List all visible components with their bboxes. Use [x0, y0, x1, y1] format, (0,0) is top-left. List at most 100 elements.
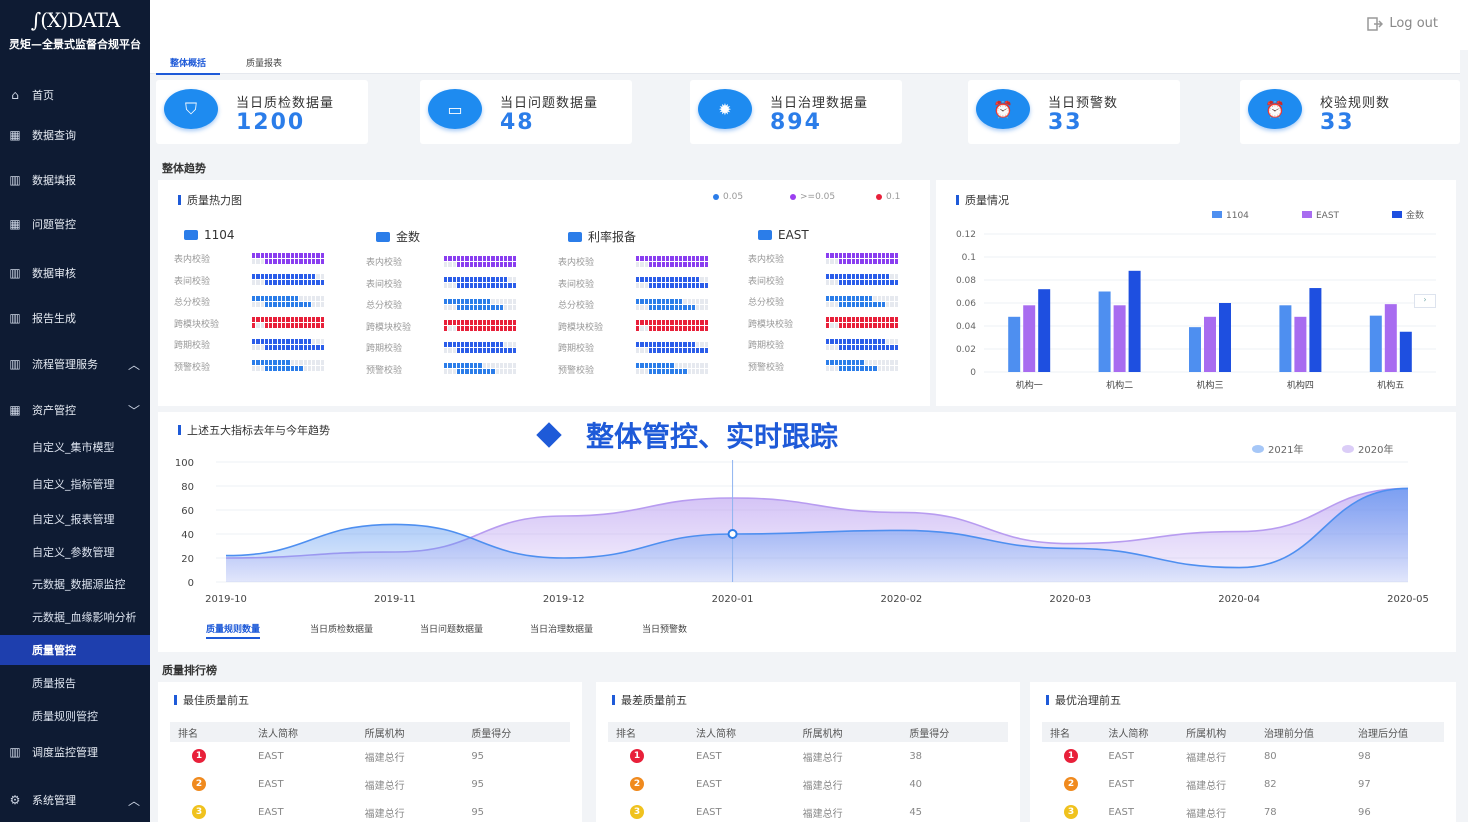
table-cell: 1 — [170, 742, 250, 770]
heatmap-cell — [482, 326, 486, 332]
heatmap-cell — [830, 317, 834, 323]
heatmap-cell — [277, 274, 282, 280]
heatmap-cell — [264, 280, 269, 286]
heatmap-cell — [864, 338, 868, 344]
heatmap-cell — [294, 317, 299, 323]
trend-metric-tab[interactable]: 当日预警数 — [642, 622, 687, 635]
heatmap-cell — [491, 261, 495, 267]
heatmap-cell — [491, 363, 495, 369]
table-cell: EAST — [250, 742, 357, 770]
heatmap-cell — [269, 280, 273, 286]
table-cell: 福建总行 — [1178, 770, 1256, 798]
heatmap-cell — [456, 283, 461, 289]
chevron-up-icon[interactable]: ︿ — [128, 356, 140, 373]
heatmap-cell — [495, 255, 499, 261]
sidebar-item-4[interactable]: ▥ 数据审核 — [0, 258, 150, 288]
sidebar-item-2[interactable]: ▥ 数据填报 — [0, 165, 150, 195]
bar — [1309, 288, 1322, 372]
chevron-up-icon[interactable]: ︿ — [128, 792, 140, 809]
sidebar-subitem-8[interactable]: 质量规则管控 — [0, 701, 150, 731]
heatmap-cell — [873, 366, 877, 372]
table-row[interactable]: 2 EAST 福建总行 82 97 — [1042, 770, 1444, 798]
heatmap-cell — [881, 360, 886, 366]
heatmap-cell — [512, 261, 517, 267]
heatmap-cell — [657, 261, 661, 267]
cell-text: 福建总行 — [1186, 780, 1227, 792]
sidebar-item-7[interactable]: ▦ 资产管控 ﹀ — [0, 395, 150, 425]
trend-metric-tab[interactable]: 当日质检数据量 — [310, 622, 373, 635]
table-row[interactable]: 1 EAST 福建总行 38 — [608, 742, 1008, 770]
heatmap-cell — [452, 277, 456, 283]
sidebar-item-3[interactable]: ▦ 问题管控 — [0, 209, 150, 239]
sidebar-subitem-4[interactable]: 元数据_数据源监控 — [0, 569, 150, 599]
heatmap-cell — [856, 323, 860, 329]
sidebar-item-0[interactable]: ⌂ 首页 — [0, 80, 150, 110]
trend-metric-tab[interactable]: 当日问题数据量 — [420, 622, 483, 635]
heatmap-cell — [687, 320, 691, 326]
stat-label: 当日问题数据量 — [500, 96, 599, 111]
heatmap-cell — [648, 341, 653, 347]
heatmap-cells — [252, 317, 328, 329]
heatmap-cell — [653, 277, 657, 283]
heatmap-cell — [691, 341, 696, 347]
heatmap-cell — [868, 323, 873, 329]
y-tick-label: 0 — [188, 578, 194, 589]
heatmap-cell — [264, 301, 269, 307]
bar — [1128, 270, 1141, 372]
heatmap-cell — [294, 274, 299, 280]
sidebar-subitem-1[interactable]: 自定义_指标管理 — [0, 469, 150, 499]
table-header: 排名 法人简称 所属机构 质量得分 — [170, 722, 570, 742]
sidebar-item-9[interactable]: ⚙ 系统管理 ︿ — [0, 785, 150, 815]
heatmap-cell — [312, 252, 316, 258]
sidebar-subitem-6[interactable]: 质量管控 — [0, 635, 150, 665]
trend-metric-tab[interactable]: 当日治理数据量 — [530, 622, 593, 635]
sidebar-item-1[interactable]: ▦ 数据查询 — [0, 120, 150, 150]
sidebar-subitem-5[interactable]: 元数据_血缘影响分析 — [0, 602, 150, 632]
sidebar-subitem-2[interactable]: 自定义_报表管理 — [0, 504, 150, 534]
heatmap-cell — [640, 277, 644, 283]
chart-next-button[interactable]: › — [1414, 294, 1436, 308]
heatmap-cell — [512, 283, 517, 289]
x-tick-label: 机构一 — [1016, 379, 1043, 391]
heatmap-cell — [448, 347, 452, 353]
heatmap-cell — [851, 344, 856, 350]
table-row[interactable]: 1 EAST 福建总行 80 98 — [1042, 742, 1444, 770]
sidebar-subitem-0[interactable]: 自定义_集市模型 — [0, 432, 150, 462]
heatmap-cell — [478, 255, 482, 261]
sidebar-item-8[interactable]: ▥ 调度监控管理 — [0, 737, 150, 767]
sidebar-subitem-7[interactable]: 质量报告 — [0, 668, 150, 698]
sidebar-item-label: 数据查询 — [32, 129, 76, 142]
heatmap-cell — [474, 298, 478, 304]
heatmap-cell — [648, 363, 653, 369]
heatmap-cell — [252, 280, 256, 286]
trend-metric-tab[interactable]: 质量规则数量 — [206, 622, 261, 639]
heatmap-cell — [868, 366, 873, 372]
heatmap-cell — [486, 326, 491, 332]
heatmap-cell — [495, 261, 499, 267]
heatmap-cells — [252, 360, 328, 372]
sidebar-subitem-3[interactable]: 自定义_参数管理 — [0, 537, 150, 567]
sidebar-item-6[interactable]: ▥ 流程管理服务 ︿ — [0, 349, 150, 379]
sidebar-item-label: 资产管控 — [32, 404, 76, 417]
heatmap-cell — [834, 252, 838, 258]
heatmap-cell — [307, 360, 312, 366]
sidebar-item-5[interactable]: ▥ 报告生成 — [0, 303, 150, 333]
heatmap-cell — [474, 283, 478, 289]
table-row[interactable]: 1 EAST 福建总行 95 — [170, 742, 570, 770]
heatmap-cell — [312, 323, 316, 329]
table-row[interactable]: 2 EAST 福建总行 95 — [170, 770, 570, 798]
table-cell: EAST — [1100, 770, 1178, 798]
tab-quality-report[interactable]: 质量报表 — [246, 56, 282, 69]
heatmap-cell — [512, 326, 517, 332]
heatmap-cell — [683, 304, 687, 310]
heatmap-cell — [290, 344, 294, 350]
logout-button[interactable]: Log out — [1367, 16, 1438, 31]
heatmap-cell — [894, 295, 899, 301]
heatmap-cell — [704, 277, 709, 283]
heatmap-cells — [252, 295, 328, 308]
heatmap-row: 表内校验 — [558, 251, 738, 273]
hover-point[interactable] — [727, 529, 738, 539]
chevron-down-icon[interactable]: ﹀ — [128, 402, 140, 419]
table-row[interactable]: 2 EAST 福建总行 40 — [608, 770, 1008, 798]
tab-overview[interactable]: 整体概括 — [156, 56, 221, 75]
